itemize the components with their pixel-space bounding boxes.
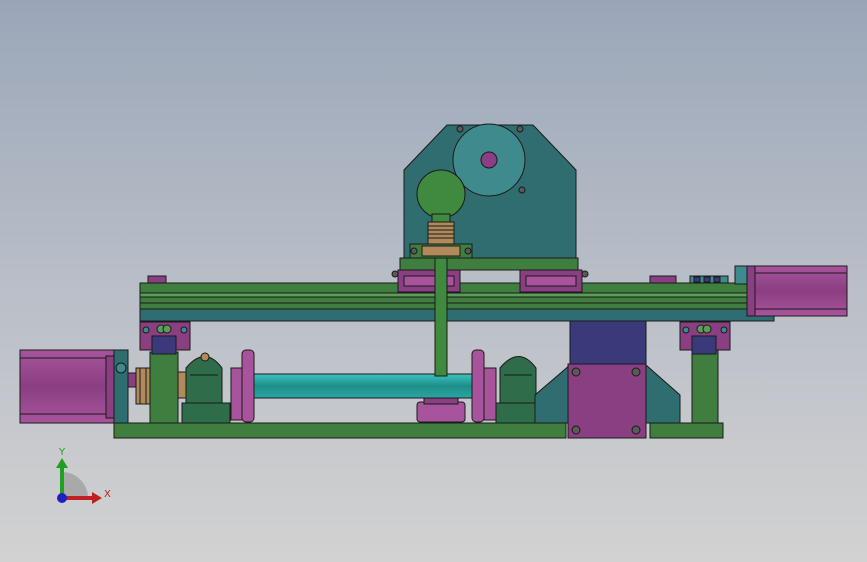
right-motor-mount-plate bbox=[734, 265, 748, 285]
right-support-post bbox=[691, 349, 719, 424]
left-bearing-block bbox=[177, 352, 231, 424]
right-stepper-motor bbox=[746, 265, 848, 317]
triad-x-label: X bbox=[104, 489, 111, 500]
vertical-lead-screw bbox=[434, 257, 448, 377]
triad-y-label: Y bbox=[58, 447, 66, 458]
right-rail-bracket bbox=[679, 321, 731, 355]
left-rail-bracket bbox=[139, 321, 191, 355]
carriage-bolt-left bbox=[391, 270, 399, 278]
limit-switch-cluster bbox=[689, 275, 729, 284]
center-pedestal bbox=[416, 397, 466, 423]
left-support-post bbox=[149, 351, 179, 424]
screw-mount-block bbox=[409, 243, 473, 259]
triad-y-arrow bbox=[56, 458, 68, 468]
beam-tab-right bbox=[649, 275, 677, 284]
beam-tab-left bbox=[147, 275, 167, 284]
left-shaft-flange bbox=[230, 367, 244, 421]
carriage-bolt-right bbox=[581, 270, 589, 278]
left-stepper-motor bbox=[19, 349, 115, 424]
left-flange-disc bbox=[241, 349, 255, 423]
right-shaft-flange bbox=[483, 367, 497, 421]
base-plate bbox=[113, 422, 567, 439]
triad-x-arrow bbox=[92, 492, 102, 504]
carriage-plate bbox=[399, 257, 579, 271]
axis-triad: Y X bbox=[56, 447, 111, 504]
left-coupling bbox=[127, 367, 151, 405]
triad-xy-arc bbox=[62, 472, 88, 498]
right-flange-disc bbox=[471, 349, 485, 423]
spring-coupling bbox=[427, 221, 455, 245]
left-motor-mount-hole bbox=[115, 362, 127, 374]
triad-origin bbox=[57, 493, 67, 503]
left-motor-mount-plate bbox=[113, 349, 129, 424]
cad-model-viewport[interactable]: Y X bbox=[0, 0, 867, 562]
base-plate-right bbox=[649, 422, 724, 439]
carriage-slider-left bbox=[397, 269, 461, 293]
main-shaft bbox=[253, 373, 475, 399]
right-gearbox-housing bbox=[534, 319, 681, 439]
carriage-slider-right bbox=[519, 269, 583, 293]
